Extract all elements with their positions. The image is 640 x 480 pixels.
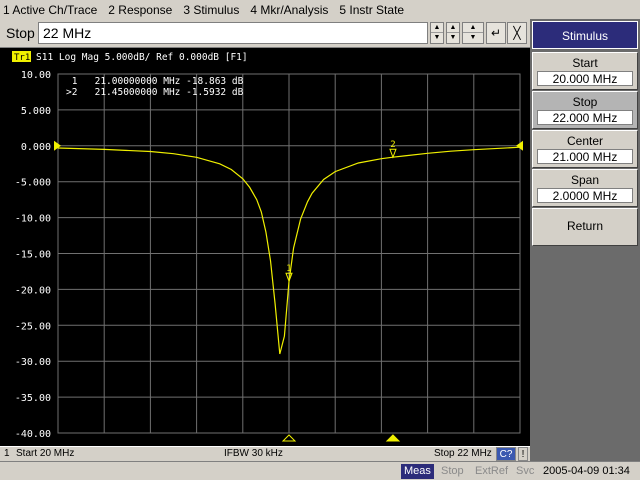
marker-label: 2 [390, 140, 395, 150]
menu-mkr-analysis[interactable]: 4 Mkr/Analysis [250, 3, 328, 17]
softkey-center[interactable]: Center 21.000 MHz [532, 130, 638, 168]
channel-status-bar: 1 Start 20 MHz IFBW 30 kHz Stop 22 MHz C… [0, 446, 530, 461]
y-tick-label: -30.00 [15, 357, 51, 368]
spin-fine-up-icon[interactable]: ▲ [447, 23, 459, 33]
stop-frequency: Stop 22 MHz [434, 448, 492, 459]
ifbw-value: IFBW 30 kHz [224, 448, 283, 459]
menu-stimulus[interactable]: 3 Stimulus [183, 3, 239, 17]
y-tick-label: -5.000 [15, 178, 51, 189]
entry-bar: Stop ▲ ▼ ▲ ▼ ▲ ▼ ↵ ╳ [0, 19, 530, 48]
softkey-span-value: 2.0000 MHz [537, 188, 633, 203]
entry-label: Stop [6, 25, 35, 41]
trace-header: S11 Log Mag 5.000dB/ Ref 0.000dB [F1] [36, 52, 248, 63]
trace-chart: 10.00 5.000 0.000 -5.000 -10.00 -15.00 -20.00 -… [0, 48, 530, 446]
softkey-title: Stimulus [532, 21, 638, 49]
entry-input[interactable] [38, 22, 428, 44]
spin-up-icon[interactable]: ▲ [431, 23, 443, 33]
y-tick-label: 10.00 [21, 70, 51, 81]
y-tick-label: -40.00 [15, 429, 51, 440]
marker-readout-1: 1 21.00000000 MHz -18.863 dB [66, 76, 244, 87]
softkey-panel: Stimulus Start 20.000 MHz Stop 22.000 MH… [530, 19, 640, 461]
softkey-center-value: 21.000 MHz [537, 149, 633, 164]
spin-step[interactable]: ▲ ▼ [462, 22, 484, 44]
y-tick-label: -25.00 [15, 321, 51, 332]
marker-label: 1 [286, 264, 291, 274]
menu-instr-state[interactable]: 5 Instr State [339, 3, 404, 17]
start-frequency: Start 20 MHz [16, 448, 75, 459]
step-down-icon[interactable]: ▼ [463, 33, 483, 43]
softkey-stop-value: 22.000 MHz [537, 110, 633, 125]
menu-response[interactable]: 2 Response [108, 3, 172, 17]
y-tick-label: -10.00 [15, 214, 51, 225]
svc-indicator: Svc [516, 465, 535, 477]
close-button[interactable]: ╳ [507, 22, 527, 44]
softkey-stop-label: Stop [572, 95, 598, 109]
softkey-return[interactable]: Return [532, 208, 638, 246]
y-tick-label: 0.000 [21, 142, 51, 153]
softkey-span[interactable]: Span 2.0000 MHz [532, 169, 638, 207]
channel-number: 1 [4, 448, 10, 459]
chart-background [0, 48, 530, 446]
softkey-start-value: 20.000 MHz [537, 71, 633, 86]
y-tick-label: -15.00 [15, 250, 51, 261]
cal-status-badge[interactable]: C? [496, 447, 516, 461]
y-tick-label: -35.00 [15, 393, 51, 404]
spin-down-icon[interactable]: ▼ [431, 33, 443, 43]
extref-indicator: ExtRef [475, 465, 509, 477]
instrument-status-bar: Meas Stop ExtRef Svc 2005-04-09 01:34 [0, 461, 640, 480]
chart-window: 10.00 5.000 0.000 -5.000 -10.00 -15.00 -20.00 -… [0, 48, 530, 446]
softkey-start-label: Start [572, 56, 598, 70]
menu-bar: 1 Active Ch/Trace 2 Response 3 Stimulus … [0, 0, 640, 19]
step-up-icon[interactable]: ▲ [463, 23, 483, 33]
date-time: 2005-04-09 01:34 [543, 465, 630, 477]
softkey-span-label: Span [570, 173, 600, 187]
menu-active-ch-trace[interactable]: 1 Active Ch/Trace [3, 3, 97, 17]
softkey-center-label: Center [566, 134, 604, 148]
stop-indicator: Stop [441, 465, 464, 477]
enter-button[interactable]: ↵ [486, 22, 506, 44]
trace-tag[interactable]: Tr1 [14, 53, 30, 63]
spin-fine-down-icon[interactable]: ▼ [447, 33, 459, 43]
softkey-start[interactable]: Start 20.000 MHz [532, 52, 638, 90]
softkey-stop[interactable]: Stop 22.000 MHz [532, 91, 638, 129]
y-tick-label: 5.000 [21, 106, 51, 117]
softkey-return-label: Return [566, 219, 604, 233]
warning-indicator: ! [518, 447, 528, 461]
spin-coarse[interactable]: ▲ ▼ [430, 22, 444, 44]
marker-readout-2: >2 21.45000000 MHz -1.5932 dB [66, 87, 244, 98]
y-tick-label: -20.00 [15, 285, 51, 296]
meas-indicator: Meas [401, 464, 434, 479]
spin-fine[interactable]: ▲ ▼ [446, 22, 460, 44]
